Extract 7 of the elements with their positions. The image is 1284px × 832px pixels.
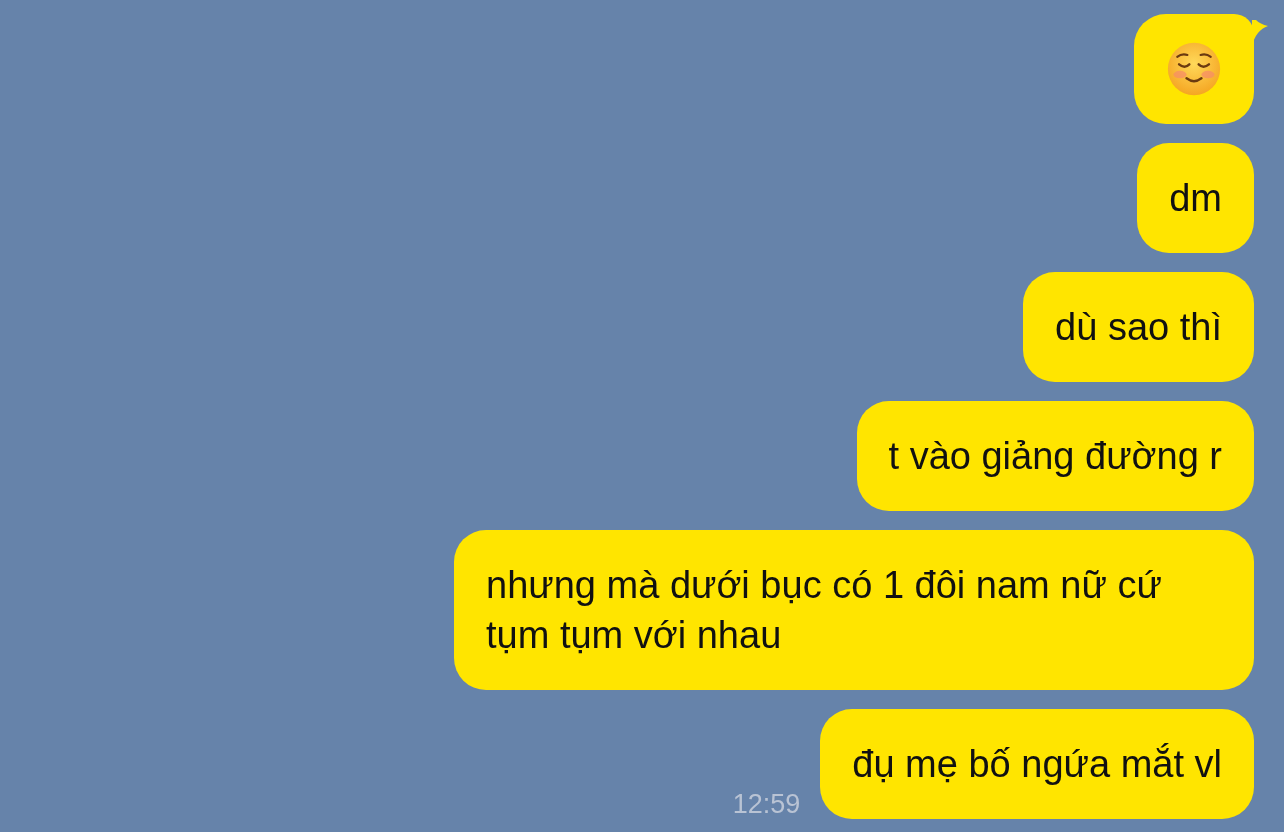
message-bubble: nhưng mà dưới bục có 1 đôi nam nữ cứ tụm tụm với nhau	[454, 530, 1254, 690]
message-bubble: t vào giảng đường r	[856, 401, 1254, 511]
message-bubble: dù sao thì	[1023, 272, 1254, 382]
message-bubble: đụ mẹ bố ngứa mắt vl	[820, 709, 1254, 819]
smiling-face-icon	[1166, 41, 1222, 97]
message-time: 12:59	[732, 789, 801, 819]
message-bubble: dm	[1137, 143, 1254, 253]
